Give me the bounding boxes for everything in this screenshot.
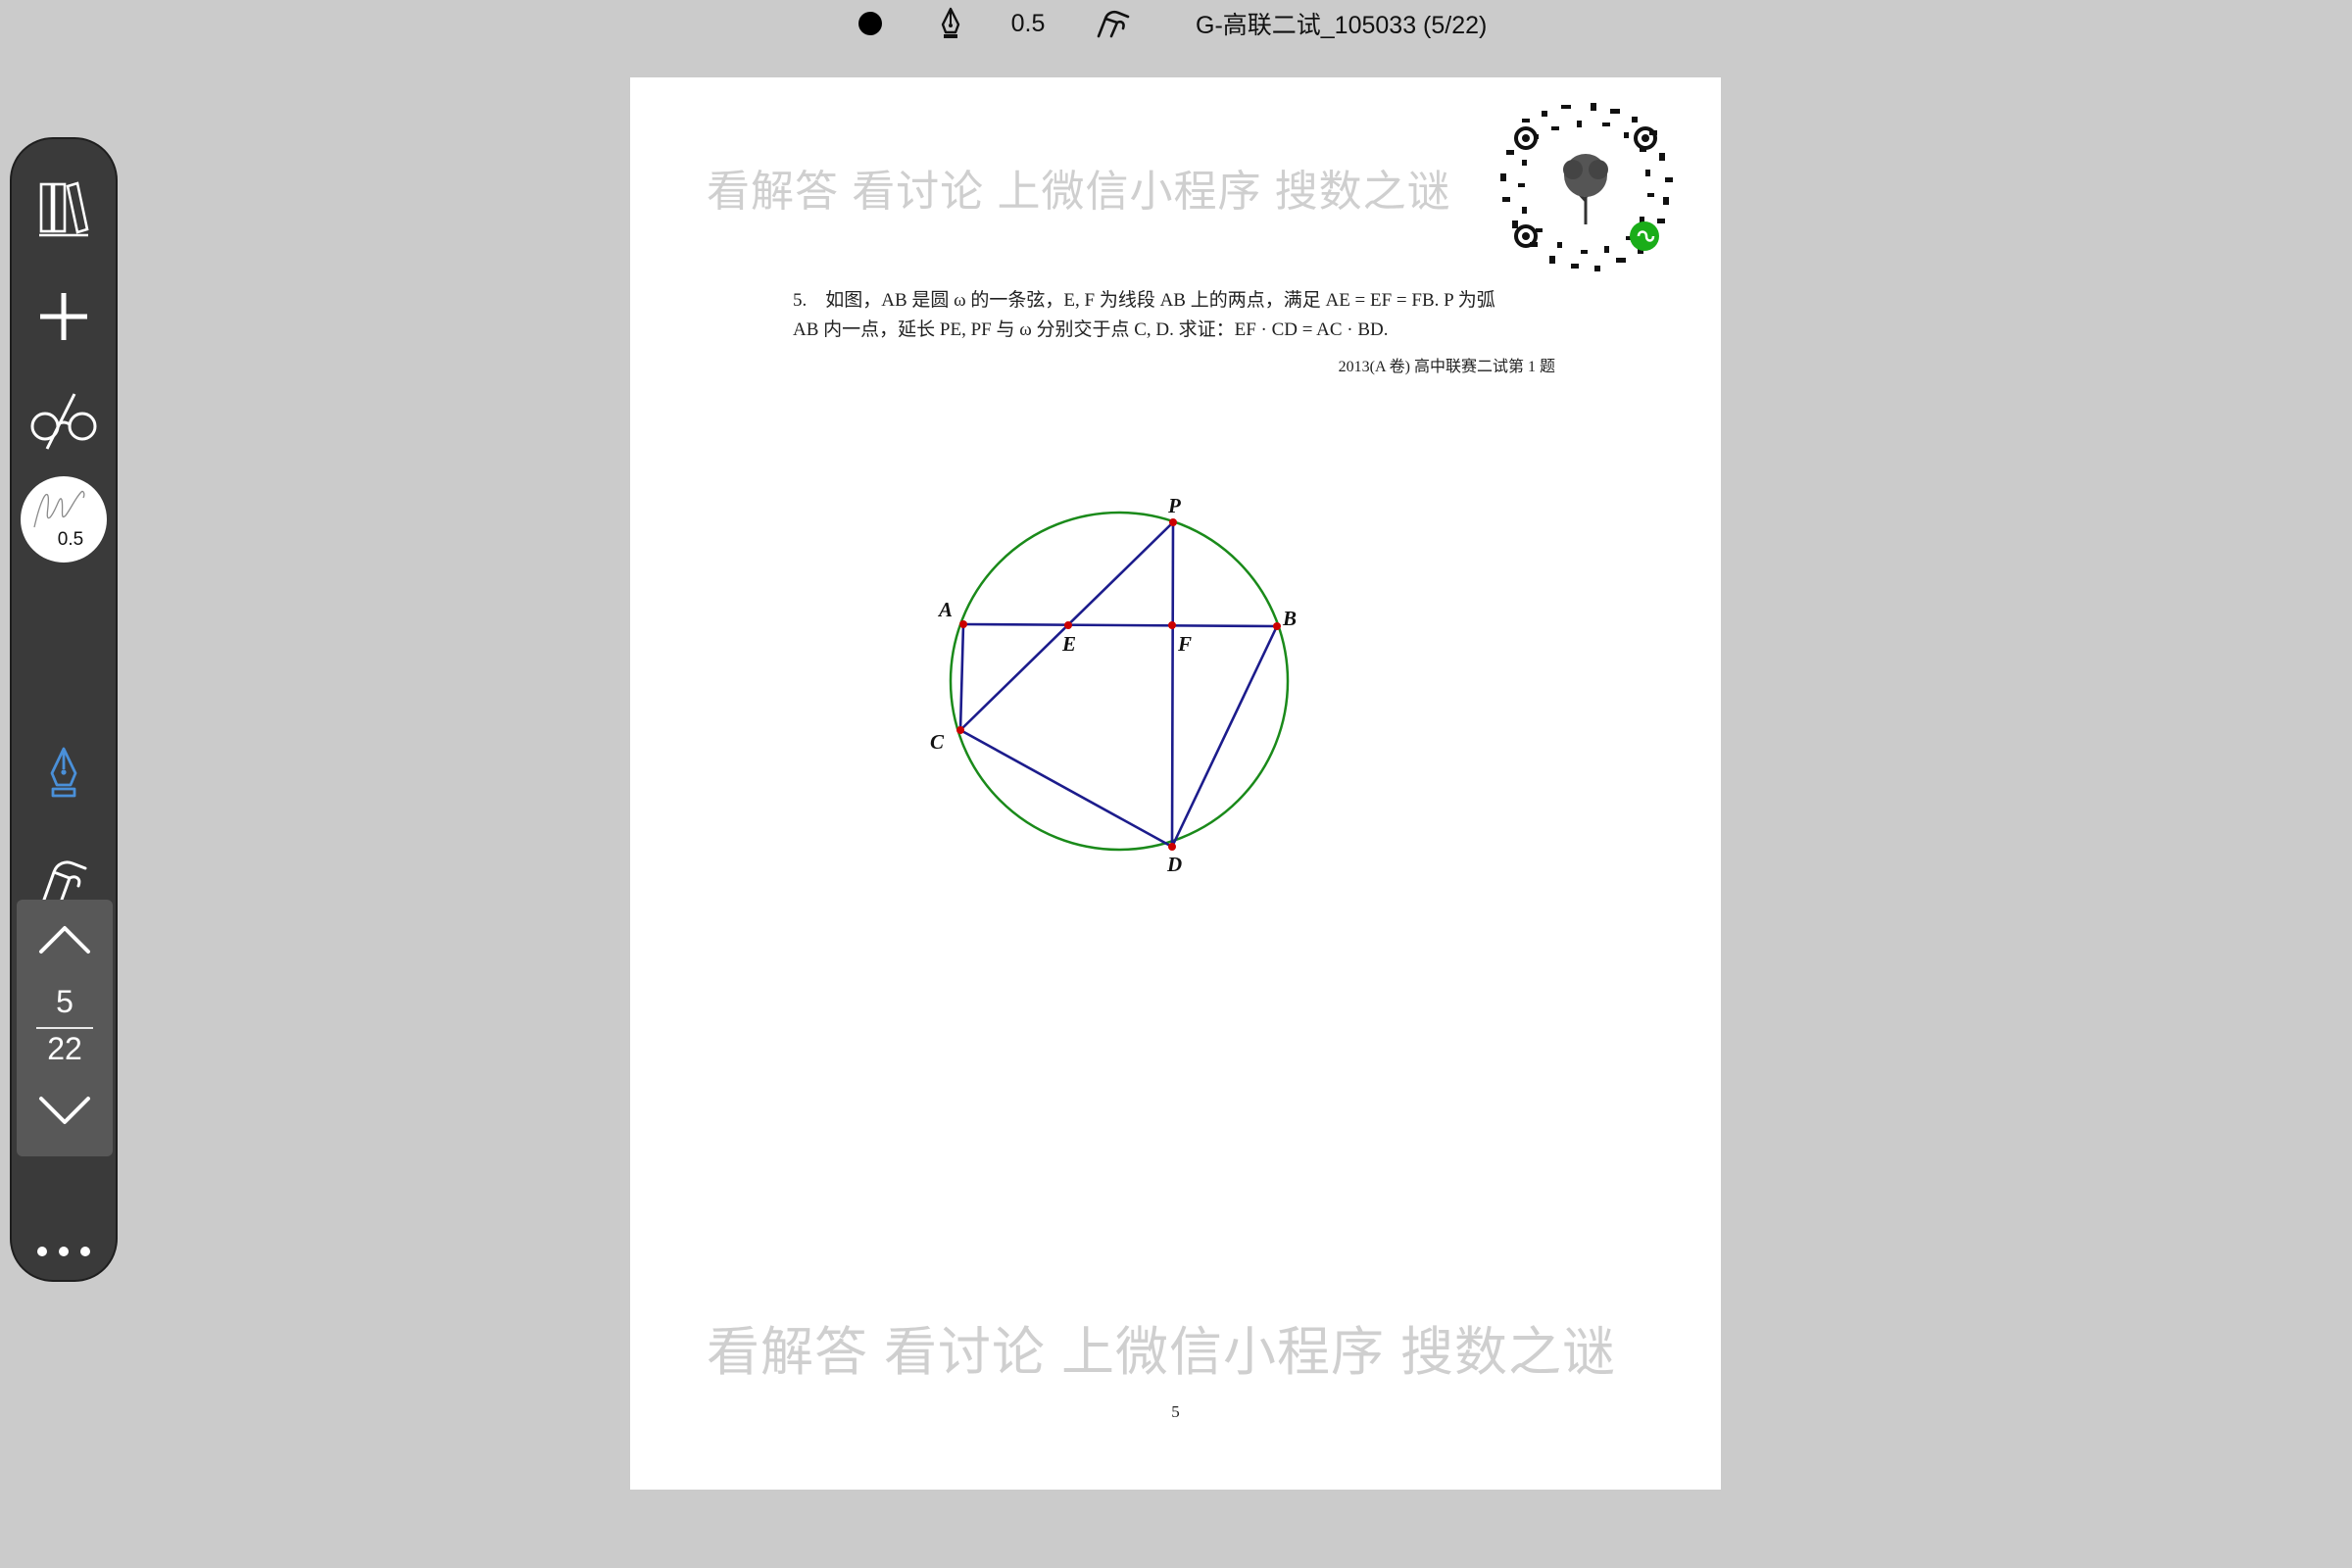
glasses-icon: [30, 393, 97, 450]
point-e: [1064, 621, 1072, 629]
segment-pd: [1170, 520, 1175, 849]
pen-tool-button[interactable]: [931, 0, 970, 47]
view-mode-button[interactable]: [12, 379, 116, 464]
point-c: [956, 726, 964, 734]
segment-cd: [958, 728, 1174, 849]
point-p: [1169, 518, 1177, 526]
segment-ab: [961, 622, 1279, 628]
current-page-number[interactable]: 5: [17, 984, 113, 1020]
filled-circle-icon: [858, 12, 882, 35]
fountain-pen-button[interactable]: [12, 730, 116, 814]
document-title: G-高联二试_105033 (5/22): [1196, 12, 1488, 39]
more-icon: [37, 1247, 90, 1256]
point-a: [959, 620, 967, 628]
side-toolbar: 0.5 5 22: [10, 137, 118, 1282]
label-d: D: [1166, 853, 1182, 871]
problem-text: 5. 如图，AB 是圆 ω 的一条弦，E, F 为线段 AB 上的两点，满足 A…: [793, 286, 1555, 376]
document-page[interactable]: 看解答 看讨论 上微信小程序 搜数之谜 5. 如图，AB 是圆 ω 的一条弦，E…: [630, 77, 1721, 1490]
pen-size-label: 0.5: [57, 529, 84, 550]
library-icon: [39, 181, 89, 237]
label-c: C: [930, 730, 945, 754]
add-button[interactable]: [12, 274, 116, 359]
label-f: F: [1177, 632, 1192, 656]
top-toolbar: 0.5 G-高联二试_105033 (5/22): [0, 0, 2352, 47]
segment-ac: [958, 622, 965, 732]
signature-icon: [42, 860, 87, 902]
plus-icon: [40, 293, 87, 340]
signature-tool-button[interactable]: [1090, 0, 1137, 47]
problem-line-1: 5. 如图，AB 是圆 ω 的一条弦，E, F 为线段 AB 上的两点，满足 A…: [793, 290, 1495, 311]
library-button[interactable]: [12, 167, 116, 251]
geometry-figure: P A B E F C D: [930, 494, 1297, 871]
stroke-width-value[interactable]: 0.5: [1002, 0, 1054, 47]
label-p: P: [1167, 494, 1181, 517]
chevron-up-icon: [39, 926, 90, 954]
fountain-pen-icon: [941, 7, 960, 38]
problem-line-2: AB 内一点，延长 PE, PF 与 ω 分别交于点 C, D. 求证：EF ·…: [793, 319, 1389, 340]
color-picker-button[interactable]: [853, 0, 888, 47]
page-number: 5: [1171, 1402, 1180, 1421]
point-b: [1273, 622, 1281, 630]
previous-page-button[interactable]: [17, 906, 113, 974]
watermark-bottom: 看解答 看讨论 上微信小程序 搜数之谜: [707, 1323, 1617, 1382]
label-e: E: [1061, 632, 1076, 656]
fountain-pen-icon: [50, 747, 77, 798]
pen-size-button[interactable]: 0.5: [12, 476, 116, 563]
pdf-reader-app: 0.5 G-高联二试_105033 (5/22) 0.5 5 22 看解答 看讨…: [0, 0, 2352, 1568]
circle-omega: [949, 511, 1290, 852]
pen-size-icon: [33, 490, 85, 528]
label-a: A: [937, 598, 953, 621]
page-navigator: 5 22: [17, 900, 113, 1156]
pen-size-preview: 0.5: [21, 476, 107, 563]
total-pages: 22: [47, 1031, 82, 1066]
watermark-top: 看解答 看讨论 上微信小程序 搜数之谜: [707, 168, 1451, 216]
signature-hand-icon: [1097, 10, 1130, 38]
next-page-button[interactable]: [17, 1076, 113, 1145]
qr-code-image: [1500, 103, 1673, 271]
point-f: [1168, 621, 1176, 629]
problem-source: 2013(A 卷) 高中联赛二试第 1 题: [1338, 359, 1555, 375]
more-options-button[interactable]: [12, 1209, 116, 1294]
page-divider: [36, 1027, 93, 1029]
point-d: [1168, 843, 1176, 851]
label-b: B: [1282, 607, 1297, 630]
chevron-down-icon: [39, 1097, 90, 1124]
